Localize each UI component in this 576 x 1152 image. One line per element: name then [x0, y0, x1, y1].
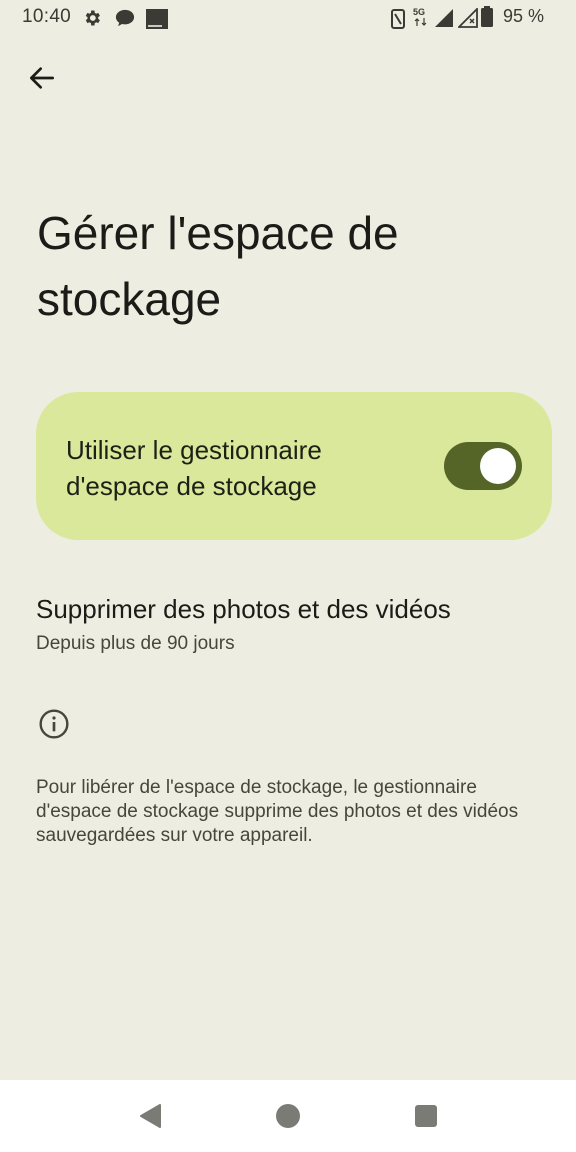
delete-photos-title: Supprimer des photos et des vidéos	[36, 594, 451, 624]
arrow-back-icon	[30, 67, 54, 89]
navigation-bar	[0, 1080, 576, 1152]
settings-icon	[85, 10, 100, 26]
info-icon	[39, 709, 69, 739]
chat-icon	[115, 9, 135, 27]
storage-manager-toggle-card[interactable]: Utiliser le gestionnaire d'espace de sto…	[36, 392, 552, 540]
switch-knob	[480, 448, 516, 484]
recents-square-icon[interactable]	[411, 1101, 441, 1131]
battery-percent: 95 %	[502, 6, 544, 26]
nfc-icon	[391, 9, 405, 29]
back-triangle-icon[interactable]	[136, 1101, 166, 1131]
storage-manager-label: Utiliser le gestionnaire d'espace de sto…	[66, 435, 322, 501]
status-bar: 10:40 5G 95 %	[0, 0, 576, 36]
storage-manager-switch[interactable]	[444, 442, 522, 490]
status-time: 10:40	[22, 6, 72, 27]
delete-photos-subtitle: Depuis plus de 90 jours	[36, 633, 235, 654]
signal-icon-2	[458, 8, 478, 28]
svg-text:5G: 5G	[413, 7, 425, 17]
delete-photos-setting[interactable]: Supprimer des photos et des vidéos Depui…	[0, 580, 576, 680]
signal-icon	[435, 9, 453, 27]
page-title: Gérer l'espace de stockage	[37, 207, 399, 325]
back-button[interactable]	[26, 62, 58, 94]
5g-icon: 5G	[413, 7, 427, 26]
orange-app-icon	[146, 9, 168, 29]
battery-icon	[481, 6, 493, 27]
home-circle-icon[interactable]	[273, 1101, 303, 1131]
info-text: Pour libérer de l'espace de stockage, le…	[36, 777, 519, 846]
